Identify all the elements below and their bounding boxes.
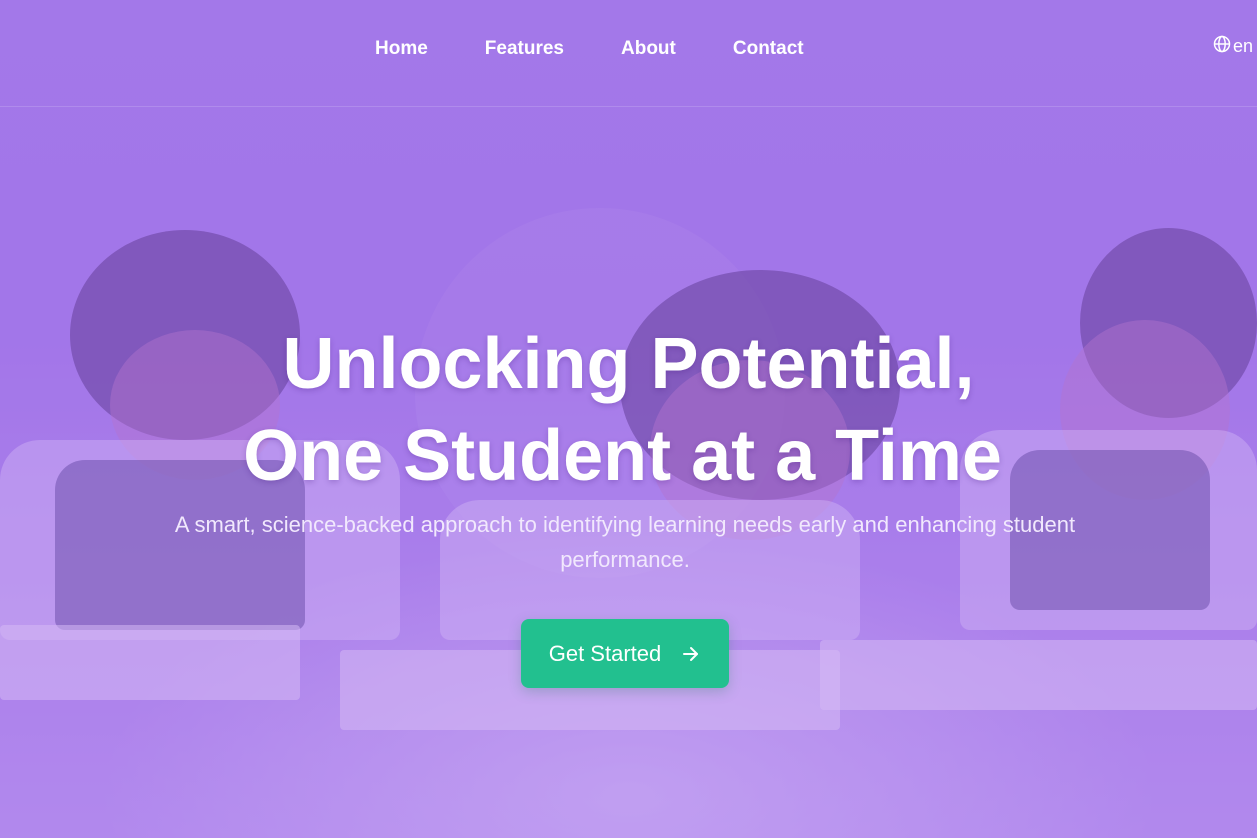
hero-title: Unlocking Potential, One Student at a Ti… — [0, 318, 1257, 502]
nav-links: Home Features About Contact — [375, 38, 861, 60]
globe-icon — [1213, 35, 1233, 58]
hero-subtitle: A smart, science-backed approach to iden… — [174, 512, 1076, 572]
language-selector[interactable]: en — [1213, 35, 1253, 58]
get-started-label: Get Started — [548, 640, 662, 666]
arrow-right-icon — [681, 644, 701, 664]
nav-link-home[interactable]: Home — [375, 38, 428, 60]
hero-title-line1: Unlocking Potential, — [282, 324, 975, 404]
get-started-button[interactable]: Get Started — [521, 619, 729, 688]
top-navigation: Home Features About Contact en — [0, 0, 1257, 107]
nav-link-features[interactable]: Features — [485, 38, 564, 60]
hero-title-line2: One Student at a Time — [243, 416, 1002, 496]
landing-page: Home Features About Contact en Unlocking… — [0, 0, 1257, 838]
nav-link-contact[interactable]: Contact — [733, 38, 804, 60]
language-label: en — [1232, 36, 1253, 56]
nav-link-about[interactable]: About — [621, 38, 676, 60]
